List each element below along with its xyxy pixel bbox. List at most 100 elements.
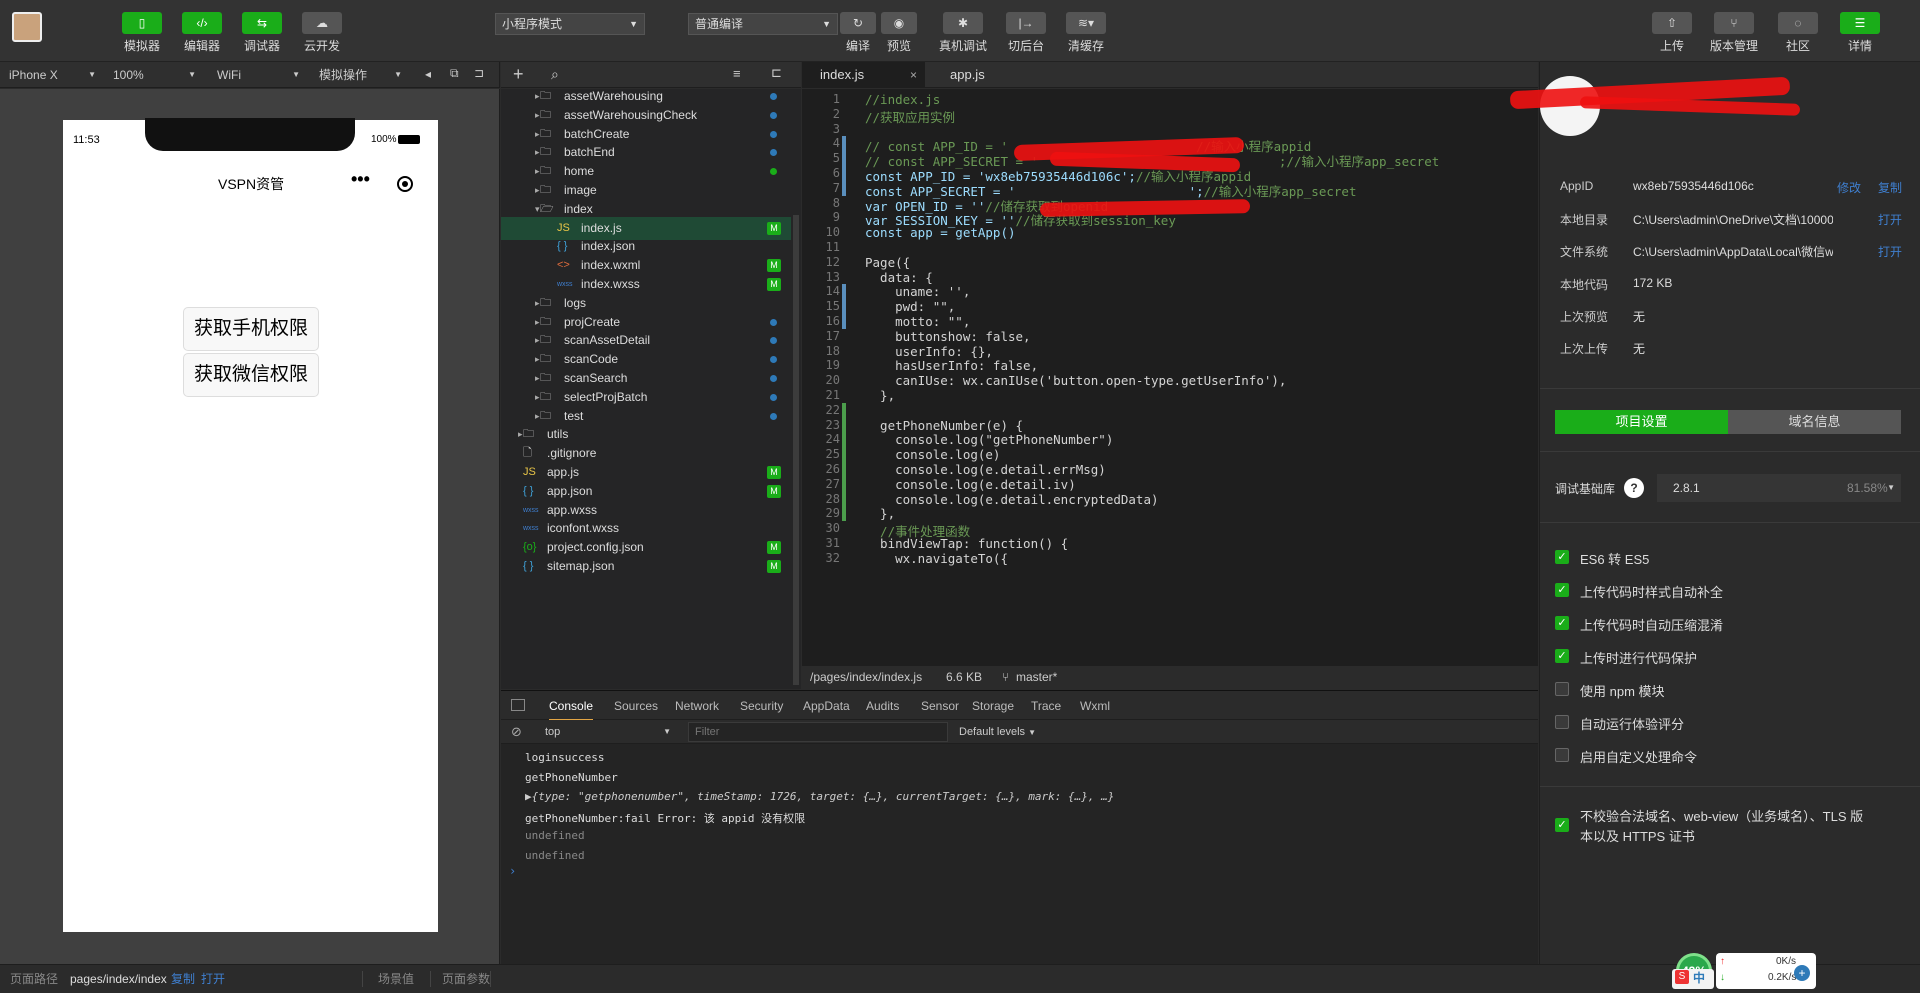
copy-path-link[interactable]: 复制: [171, 965, 195, 993]
windows-icon[interactable]: ⧉: [450, 66, 459, 81]
tab-project-settings[interactable]: 项目设置: [1555, 410, 1728, 434]
devtools-tab-wxml[interactable]: Wxml: [1080, 691, 1110, 721]
tree-file[interactable]: { } sitemap.json M: [501, 555, 791, 578]
search-icon[interactable]: ⌕: [551, 66, 559, 83]
git-gutter-marker: [842, 136, 846, 152]
zoom-select[interactable]: 100% ▼: [104, 65, 200, 85]
console-line: undefined: [525, 848, 585, 862]
detach-icon[interactable]: ⊐: [474, 66, 484, 80]
copy-appid-link[interactable]: 复制: [1878, 179, 1902, 196]
details-button[interactable]: ☰ 详情: [1834, 12, 1886, 54]
compile-select[interactable]: 普通编译 ▼: [688, 13, 838, 35]
user-avatar[interactable]: [12, 12, 42, 42]
setting-checkbox[interactable]: ✓: [1555, 649, 1569, 663]
devtools-tab-sources[interactable]: Sources: [614, 691, 658, 721]
tab-domain-info[interactable]: 域名信息: [1728, 410, 1901, 434]
divider: [362, 971, 363, 987]
setting-checkbox[interactable]: ✓: [1555, 616, 1569, 630]
levels-select[interactable]: Default levels ▼: [959, 722, 1036, 742]
help-icon[interactable]: ?: [1624, 478, 1644, 498]
devtools-tab-trace[interactable]: Trace: [1031, 691, 1061, 721]
battery-icon: [398, 135, 420, 144]
devtools-tab-sensor[interactable]: Sensor: [921, 691, 959, 721]
devtools-tab-network[interactable]: Network: [675, 691, 719, 721]
divider: [430, 971, 431, 987]
modified-badge: M: [767, 484, 781, 498]
line-number: 17: [825, 328, 840, 343]
simulator-button[interactable]: ▯ 模拟器: [116, 12, 168, 54]
setting-checkbox[interactable]: ✓: [1555, 550, 1569, 564]
code-line: pwd: "",: [865, 299, 956, 315]
divider: [1540, 522, 1920, 523]
open-local-dir-link[interactable]: 打开: [1878, 211, 1902, 228]
devtools-tab-audits[interactable]: Audits: [866, 691, 899, 721]
add-icon[interactable]: +: [1794, 965, 1810, 981]
lib-version-select[interactable]: 2.8.1 81.58% ▼: [1657, 474, 1901, 502]
page-title: VSPN资管: [218, 176, 285, 192]
get-wechat-permission-button[interactable]: 获取微信权限: [183, 353, 319, 397]
community-button[interactable]: ◌ 社区: [1772, 12, 1824, 54]
real-device-debug-button[interactable]: ✱ 真机调试: [937, 12, 989, 54]
network-select[interactable]: WiFi ▼: [208, 65, 304, 85]
setting-checkbox[interactable]: [1555, 748, 1569, 762]
line-number: 13: [825, 269, 840, 284]
setting-checkbox[interactable]: [1555, 682, 1569, 696]
ime-mode: 中: [1693, 971, 1706, 985]
code-editor[interactable]: 1//index.js 2//获取应用实例 3 4// const APP_ID = …: [802, 89, 1538, 665]
git-branch[interactable]: master*: [1016, 666, 1057, 688]
debugger-button[interactable]: ⇆ 调试器: [236, 12, 288, 54]
lib-version: 2.8.1: [1673, 481, 1700, 495]
upload-button[interactable]: ⇧ 上传: [1646, 12, 1698, 54]
git-gutter-marker: [842, 417, 846, 433]
setting-checkbox[interactable]: [1555, 715, 1569, 729]
domain-check-checkbox[interactable]: ✓: [1555, 818, 1569, 832]
clear-console-icon[interactable]: ⊘: [511, 724, 522, 740]
device-select[interactable]: iPhone X ▼: [0, 65, 100, 85]
scene-value-button[interactable]: 场景值: [378, 965, 414, 993]
editor-button[interactable]: ‹/› 编辑器: [176, 12, 228, 54]
context-select[interactable]: top ▼: [537, 722, 677, 742]
edit-appid-link[interactable]: 修改: [1837, 179, 1861, 196]
editor-status-bar: /pages/index/index.js 6.6 KB ⑂ master*: [802, 665, 1538, 687]
line-number: 2: [832, 106, 840, 121]
devtools-tab-security[interactable]: Security: [740, 691, 783, 721]
add-icon[interactable]: +: [513, 64, 524, 85]
devtools-tab-appdata[interactable]: AppData: [803, 691, 850, 721]
background-button[interactable]: |→ 切后台: [1000, 12, 1052, 54]
open-path-link[interactable]: 打开: [201, 965, 225, 993]
inspect-icon[interactable]: [511, 699, 525, 711]
cloud-dev-button[interactable]: ☁ 云开发: [296, 12, 348, 54]
devtools-tab-console[interactable]: Console: [549, 691, 594, 721]
ime-toolbar[interactable]: S 中: [1672, 969, 1714, 989]
version-button[interactable]: ⑂ 版本管理: [1708, 12, 1760, 54]
zoom-value: 100%: [113, 68, 144, 82]
preview-button[interactable]: ◉ 预览: [873, 12, 925, 54]
console-line[interactable]: ▶{type: "getphonenumber", timeStamp: 172…: [525, 790, 1114, 803]
get-phone-permission-button[interactable]: 获取手机权限: [183, 307, 319, 351]
close-icon[interactable]: ×: [910, 62, 917, 88]
git-gutter-marker: [842, 462, 846, 477]
console-prompt-icon[interactable]: ›: [509, 864, 516, 878]
tab-app-js[interactable]: app.js: [932, 62, 1012, 88]
open-filesystem-link[interactable]: 打开: [1878, 243, 1902, 260]
setting-checkbox[interactable]: ✓: [1555, 583, 1569, 597]
capsule-close-icon[interactable]: [397, 176, 413, 192]
split-icon[interactable]: ⊏: [771, 65, 782, 81]
switch-icon: |→: [1006, 12, 1046, 34]
volume-icon[interactable]: ◂: [425, 67, 431, 81]
tab-index-js[interactable]: index.js ×: [802, 62, 925, 88]
list-icon[interactable]: ≡: [733, 66, 741, 81]
more-icon[interactable]: •••: [351, 169, 370, 190]
devtools-tab-storage[interactable]: Storage: [972, 691, 1014, 721]
clear-cache-button[interactable]: ≋▾ 清缓存: [1060, 12, 1112, 54]
tree-scrollbar[interactable]: [793, 215, 799, 685]
refresh-icon: ↻: [840, 12, 876, 34]
git-status-dot: [770, 356, 777, 364]
page-params-button[interactable]: 页面参数: [442, 965, 490, 993]
console-filter-input[interactable]: [688, 722, 948, 742]
setting-label: 使用 npm 模块: [1580, 684, 1665, 699]
operation-select[interactable]: 模拟操作 ▼: [310, 65, 406, 85]
bug-icon: ✱: [943, 12, 983, 34]
mode-select[interactable]: 小程序模式 ▼: [495, 13, 645, 35]
git-status-dot: [770, 375, 777, 382]
